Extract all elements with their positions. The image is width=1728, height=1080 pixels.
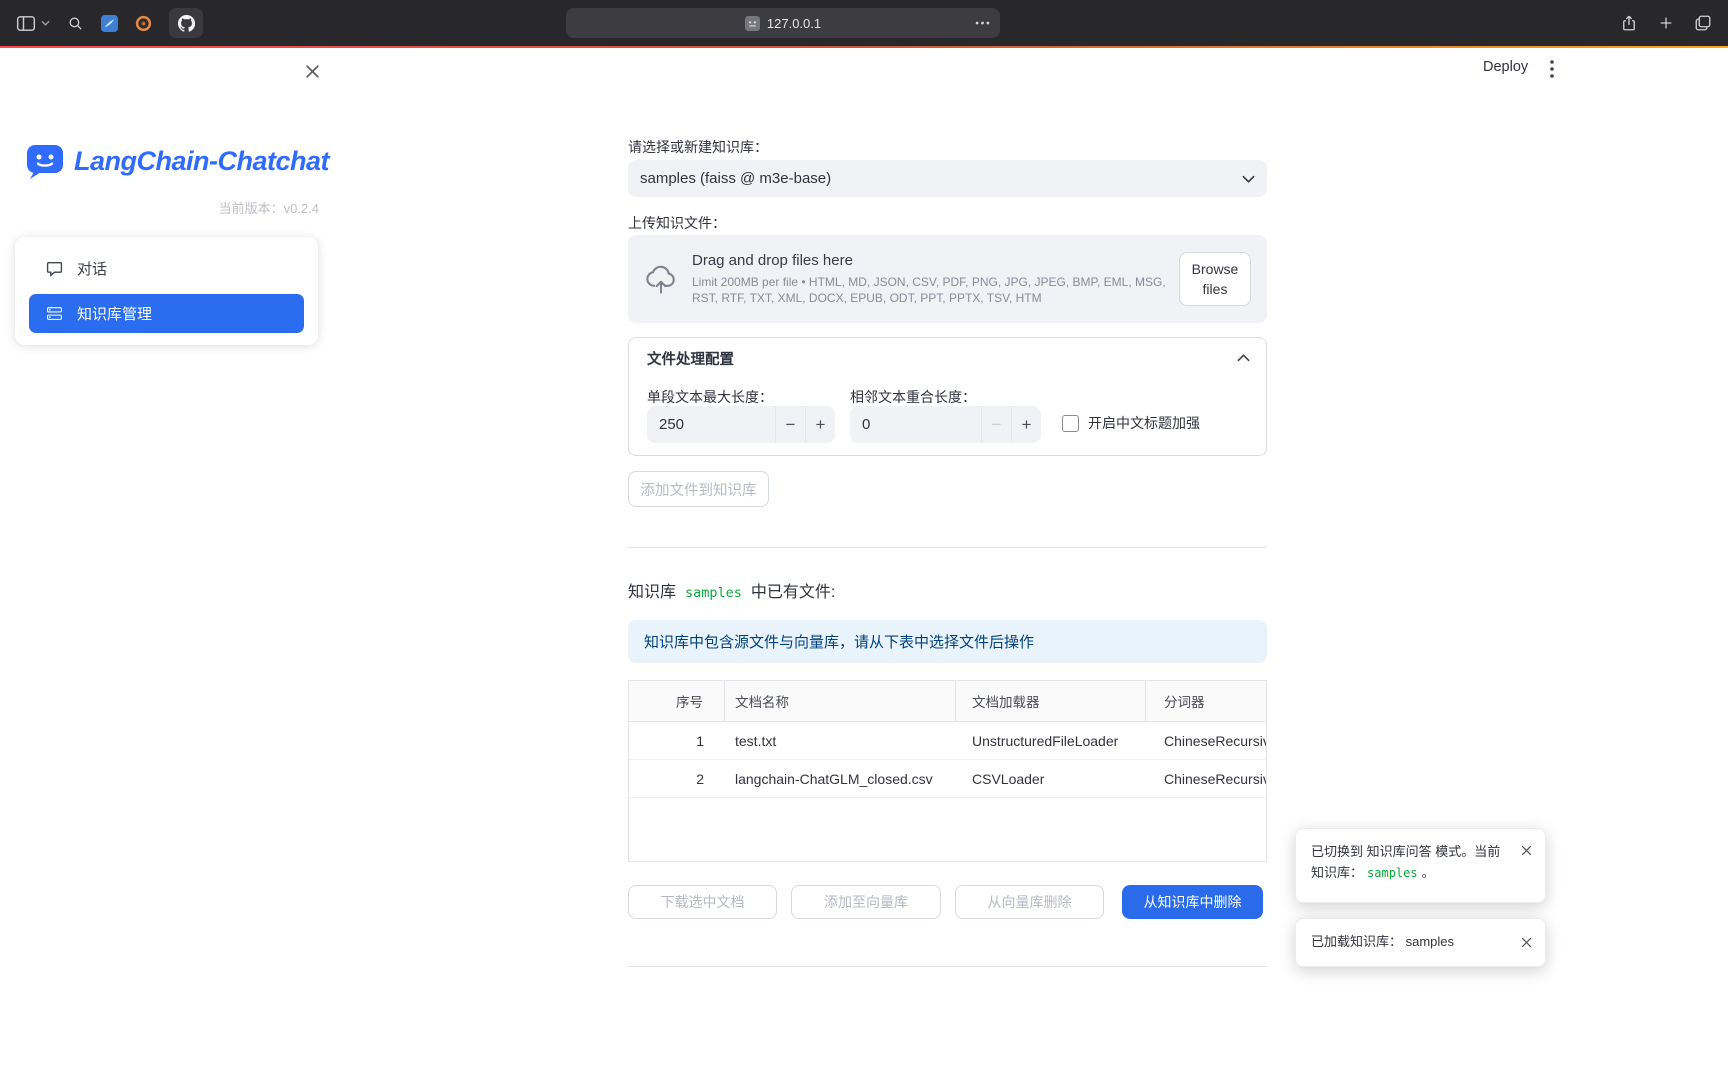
table-row[interactable]: 1 test.txt UnstructuredFileLoader Chines… [629,722,1266,760]
page-settings-icon[interactable] [975,21,990,26]
table-header-filename[interactable]: 文档名称 [725,681,956,721]
chevron-down-icon [41,20,50,26]
kb-name-code: samples [685,585,742,601]
checkbox-box[interactable] [1062,415,1079,432]
sidebar: LangChain-Chatchat 当前版本：v0.2.4 对话 知识库管理 [0,48,333,1080]
share-icon[interactable] [1620,13,1638,33]
file-config-expander: 文件处理配置 单段文本最大长度： 相邻文本重合长度： 250 − + 0 − +… [628,337,1267,456]
overlap-size-input[interactable]: 0 − + [850,406,1041,443]
delete-from-kb-button[interactable]: 从知识库中删除 [1122,885,1263,919]
github-tab[interactable] [169,8,203,38]
toast-text: 已加载知识库： samples [1311,932,1454,953]
url-text: 127.0.0.1 [767,16,821,31]
table-header-index[interactable]: 序号 [629,681,725,721]
dropzone-texts: Drag and drop files here Limit 200MB per… [692,252,1179,306]
kb-selectbox[interactable]: samples (faiss @ m3e-base) [628,160,1267,197]
app-logo-text: LangChain-Chatchat [74,146,329,177]
expander-header[interactable]: 文件处理配置 [629,338,1266,378]
expander-title: 文件处理配置 [647,348,734,369]
add-to-vectorstore-button[interactable]: 添加至向量库 [791,885,941,919]
kb-files-heading: 知识库 samples 中已有文件: [628,578,835,602]
zh-title-enhance-checkbox[interactable]: 开启中文标题加强 [1062,413,1200,433]
add-files-to-kb-button[interactable]: 添加文件到知识库 [628,471,769,507]
files-table[interactable]: 序号 文档名称 文档加载器 分词器 1 test.txt Unstructure… [628,680,1267,862]
divider [628,966,1267,967]
download-selected-button[interactable]: 下载选中文档 [628,885,777,919]
toast-mode-switched: 已切换到 知识库问答 模式。当前知识库：samples。 [1295,828,1546,903]
file-dropzone[interactable]: Drag and drop files here Limit 200MB per… [628,235,1267,323]
close-icon [1521,937,1532,948]
toast-close-button[interactable] [1517,841,1535,859]
new-tab-plus-icon[interactable] [1658,15,1674,31]
tab-overview-icon[interactable] [1694,14,1712,32]
menu-item-knowledge-base[interactable]: 知识库管理 [29,294,304,334]
overlap-size-value: 0 [850,406,981,443]
chatchat-logo-icon [25,141,65,181]
cell-loader: CSVLoader [956,760,1146,797]
browser-topbar: 127.0.0.1 [0,0,1728,46]
chunk-size-value: 250 [647,406,775,443]
dropzone-limit-text: Limit 200MB per file • HTML, MD, JSON, C… [692,274,1170,306]
dropzone-title: Drag and drop files here [692,252,1179,269]
overlap-plus-button[interactable]: + [1011,406,1041,443]
menu-item-dialogue[interactable]: 对话 [29,249,304,289]
divider [628,547,1267,548]
table-row[interactable]: 2 langchain-ChatGLM_closed.csv CSVLoader… [629,760,1266,798]
cell-filename: langchain-ChatGLM_closed.csv [725,760,956,797]
pinned-tab-orange-icon[interactable] [135,15,152,32]
overflow-menu-icon[interactable] [1543,59,1561,79]
deploy-button[interactable]: Deploy [1483,59,1528,75]
cell-index: 1 [629,722,725,759]
github-icon [178,15,195,32]
sidebar-toggle-icon[interactable] [16,15,50,32]
chunk-size-label: 单段文本最大长度： [647,387,773,407]
table-header-loader[interactable]: 文档加载器 [956,681,1146,721]
close-icon [1521,845,1532,856]
cell-index: 2 [629,760,725,797]
checkbox-label: 开启中文标题加强 [1088,413,1200,433]
page-content: 请选择或新建知识库： samples (faiss @ m3e-base) 上传… [628,48,1267,1080]
cell-splitter: ChineseRecursiveT [1146,722,1266,759]
cell-loader: UnstructuredFileLoader [956,722,1146,759]
heading-prefix: 知识库 [628,578,676,602]
overlap-size-label: 相邻文本重合长度： [850,387,976,407]
cell-filename: test.txt [725,722,956,759]
chunk-size-input[interactable]: 250 − + [647,406,835,443]
table-header-row: 序号 文档名称 文档加载器 分词器 [629,681,1266,722]
pinned-tab-blue-icon[interactable] [101,15,118,32]
toast-text-suffix: 。 [1422,865,1435,880]
chunk-minus-button[interactable]: − [775,406,805,443]
cloud-upload-icon [644,264,678,294]
toast-kb-code: samples [1367,866,1418,880]
overlap-minus-button[interactable]: − [981,406,1011,443]
kb-selectbox-value: samples (faiss @ m3e-base) [640,170,831,187]
kb-select-label: 请选择或新建知识库： [628,137,768,157]
site-favicon [745,16,760,31]
sidebar-menu: 对话 知识库管理 [15,237,318,345]
heading-suffix: 中已有文件: [751,578,835,602]
chat-bubble-icon [46,260,63,277]
info-banner: 知识库中包含源文件与向量库，请从下表中选择文件后操作 [628,620,1267,663]
toast-close-button[interactable] [1517,933,1535,951]
url-bar[interactable]: 127.0.0.1 [566,8,1000,38]
menu-item-label: 知识库管理 [77,303,152,324]
close-icon [305,64,320,79]
toast-kb-loaded: 已加载知识库： samples [1295,918,1546,967]
chevron-down-icon [1242,175,1255,183]
app-logo: LangChain-Chatchat [25,141,329,181]
browse-files-button[interactable]: Browse files [1179,252,1251,306]
chevron-up-icon [1237,354,1250,362]
table-header-splitter[interactable]: 分词器 [1146,681,1266,721]
kb-stack-icon [46,305,63,322]
delete-from-vectorstore-button[interactable]: 从向量库删除 [955,885,1104,919]
cell-splitter: ChineseRecursiveT [1146,760,1266,797]
sidebar-close-button[interactable] [302,61,322,81]
menu-item-label: 对话 [77,258,107,279]
search-icon[interactable] [67,15,84,32]
version-text: 当前版本：v0.2.4 [0,198,319,217]
table-actions: 下载选中文档 添加至向量库 从向量库删除 从知识库中删除 [628,885,1267,919]
chunk-plus-button[interactable]: + [805,406,835,443]
upload-label: 上传知识文件： [628,213,726,233]
